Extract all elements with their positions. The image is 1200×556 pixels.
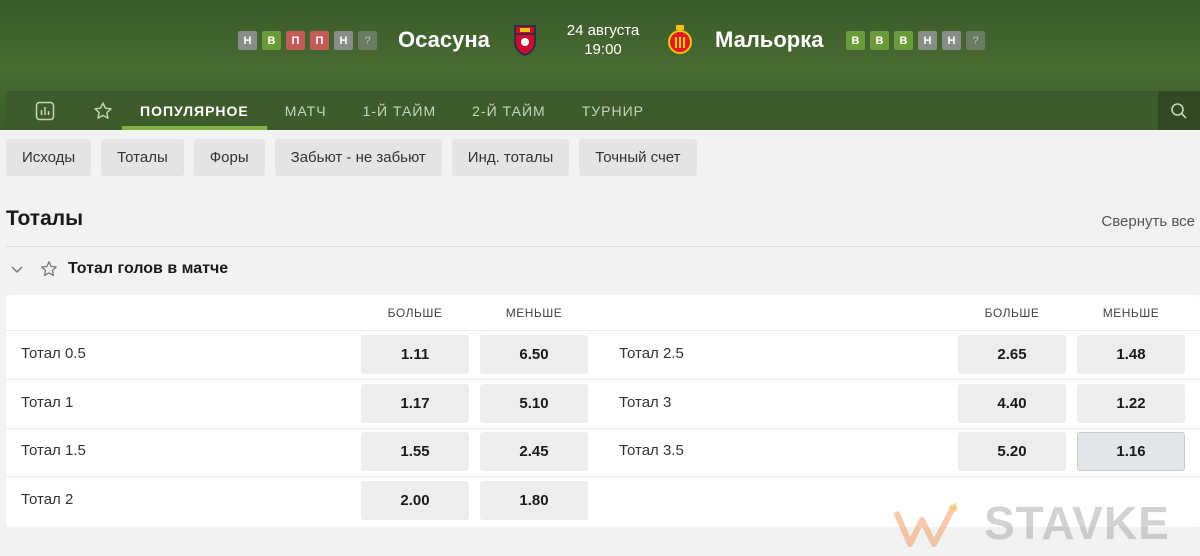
- column-header-over: БОЛЬШЕ: [387, 306, 443, 320]
- row-divider: [6, 428, 1200, 429]
- row-divider: [6, 330, 1200, 331]
- tab-first-half[interactable]: 1-Й ТАЙМ: [345, 91, 455, 130]
- filter-outcomes[interactable]: Исходы: [6, 139, 92, 176]
- tab-match[interactable]: МАТЧ: [267, 91, 345, 130]
- tab-second-half[interactable]: 2-Й ТАЙМ: [454, 91, 564, 130]
- market-filters: Исходы Тоталы Форы Забьют - не забьют Ин…: [6, 139, 697, 176]
- market-title: Тотал голов в матче: [68, 260, 229, 277]
- form-badge: П: [286, 31, 305, 50]
- filter-btts[interactable]: Забьют - не забьют: [274, 139, 442, 176]
- form-badge: Н: [918, 31, 937, 50]
- odds-under-button[interactable]: 1.80: [480, 481, 588, 520]
- total-row-label: Тотал 1: [21, 394, 74, 411]
- market-header[interactable]: Тотал голов в матче: [6, 258, 228, 280]
- search-icon: [1171, 102, 1187, 119]
- odds-over-button[interactable]: 1.55: [361, 432, 469, 471]
- odds-under-button[interactable]: 1.48: [1077, 335, 1185, 374]
- home-form: Н В П П Н ?: [238, 31, 377, 50]
- odds-over-button[interactable]: 2.00: [361, 481, 469, 520]
- divider: [6, 246, 1200, 247]
- match-time: 19:00: [584, 41, 622, 58]
- form-badge: В: [846, 31, 865, 50]
- column-header-under: МЕНЬШЕ: [505, 306, 563, 320]
- stats-icon[interactable]: [26, 91, 64, 130]
- form-badge: Н: [942, 31, 961, 50]
- form-badge: ?: [358, 31, 377, 50]
- odds-over-button[interactable]: 1.17: [361, 384, 469, 423]
- total-row-label: Тотал 2: [21, 491, 74, 508]
- odds-under-button[interactable]: 6.50: [480, 335, 588, 374]
- form-badge: В: [870, 31, 889, 50]
- odds-under-button[interactable]: 5.10: [480, 384, 588, 423]
- totals-table: БОЛЬШЕ МЕНЬШЕ БОЛЬШЕ МЕНЬШЕ Тотал 0.5 1.…: [6, 295, 1200, 527]
- mallorca-crest-icon: [668, 25, 692, 54]
- filter-totals[interactable]: Тоталы: [101, 139, 184, 176]
- section-title: Тоталы: [6, 207, 84, 230]
- chevron-down-icon[interactable]: [6, 258, 28, 280]
- match-header: Н В П П Н ? Осасуна 24 августа 19:00 Мал…: [0, 0, 1200, 130]
- form-badge: В: [262, 31, 281, 50]
- tab-popular[interactable]: ПОПУЛЯРНОЕ: [122, 91, 267, 130]
- search-button[interactable]: [1158, 91, 1200, 130]
- watermark-text: STAVKE: [984, 497, 1170, 549]
- odds-over-button[interactable]: 5.20: [958, 432, 1066, 471]
- osasuna-crest-icon: [514, 25, 536, 56]
- collapse-all-link[interactable]: Свернуть все: [1101, 213, 1195, 230]
- match-datetime: 24 августа 19:00: [555, 21, 651, 59]
- star-icon[interactable]: [84, 91, 122, 130]
- total-row-label: Тотал 2.5: [619, 345, 684, 362]
- star-icon[interactable]: [36, 258, 62, 280]
- form-badge: П: [310, 31, 329, 50]
- odds-under-button[interactable]: 2.45: [480, 432, 588, 471]
- filter-handicaps[interactable]: Форы: [193, 139, 265, 176]
- form-badge: В: [894, 31, 913, 50]
- form-badge: Н: [334, 31, 353, 50]
- filter-team-totals[interactable]: Инд. тоталы: [451, 139, 570, 176]
- form-badge: Н: [238, 31, 257, 50]
- column-header-under: МЕНЬШЕ: [1102, 306, 1160, 320]
- total-row-label: Тотал 3: [619, 394, 672, 411]
- odds-over-button[interactable]: 1.11: [361, 335, 469, 374]
- filter-correct-score[interactable]: Точный счет: [579, 139, 697, 176]
- column-header-over: БОЛЬШЕ: [984, 306, 1040, 320]
- watermark: STAVKE: [892, 497, 1192, 549]
- row-divider: [6, 379, 1200, 380]
- away-form: В В В Н Н ?: [846, 31, 985, 50]
- odds-under-button-selected[interactable]: 1.16: [1077, 432, 1185, 471]
- odds-over-button[interactable]: 4.40: [958, 384, 1066, 423]
- form-badge: ?: [966, 31, 985, 50]
- total-row-label: Тотал 1.5: [21, 442, 86, 459]
- home-team-name[interactable]: Осасуна: [398, 27, 490, 53]
- match-bar: Н В П П Н ? Осасуна 24 августа 19:00 Мал…: [0, 0, 1200, 88]
- row-divider: [6, 476, 1200, 477]
- away-team-name[interactable]: Мальорка: [715, 27, 823, 53]
- odds-under-button[interactable]: 1.22: [1077, 384, 1185, 423]
- total-row-label: Тотал 0.5: [21, 345, 86, 362]
- total-row-label: Тотал 3.5: [619, 442, 684, 459]
- match-nav: ПОПУЛЯРНОЕ МАТЧ 1-Й ТАЙМ 2-Й ТАЙМ ТУРНИР: [6, 91, 1200, 130]
- odds-over-button[interactable]: 2.65: [958, 335, 1066, 374]
- watermark-logo-icon: [893, 502, 958, 547]
- match-date: 24 августа: [566, 22, 640, 39]
- tab-tournament[interactable]: ТУРНИР: [564, 91, 662, 130]
